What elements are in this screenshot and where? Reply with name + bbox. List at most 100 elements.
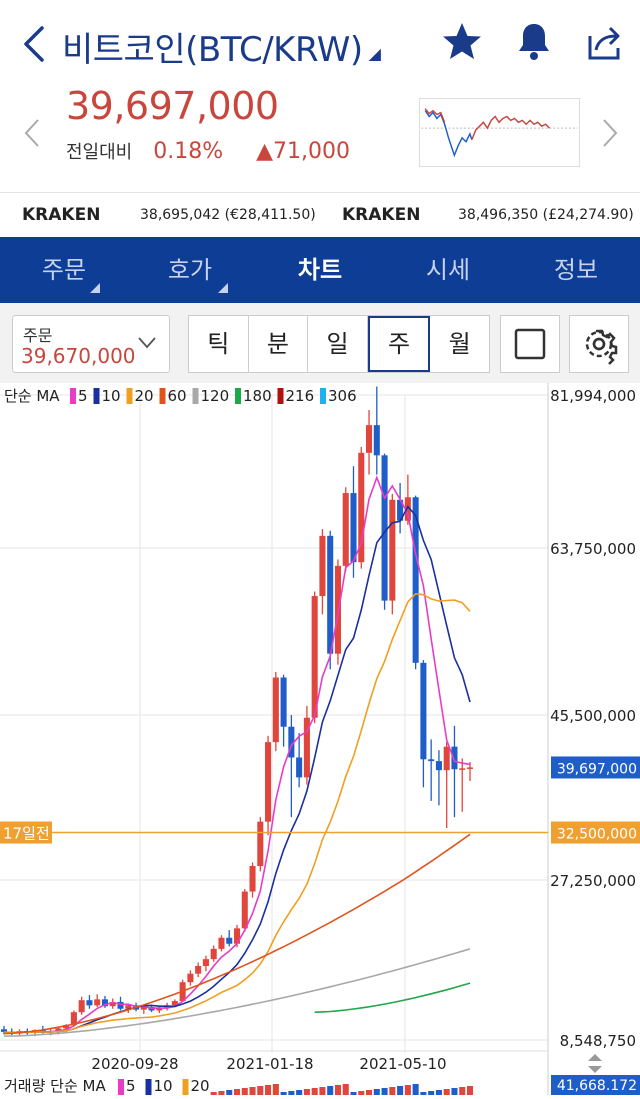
period-tick[interactable]: 틱 [189, 316, 249, 372]
current-price: 39,697,000 [66, 84, 279, 128]
volume-legend-label: 20 [191, 1077, 210, 1095]
volume-bar [265, 1085, 272, 1095]
dropdown-caret-icon: ◢ [368, 44, 381, 63]
candle [327, 535, 334, 654]
ma-legend-label: 216 [286, 387, 315, 405]
change-label: 전일대비 [66, 142, 133, 163]
ma-legend-label: 180 [243, 387, 272, 405]
change-row: 전일대비 0.18% ▲71,000 [66, 138, 350, 164]
volume-bar [226, 1090, 233, 1095]
y-tick-label: 63,750,000 [550, 540, 636, 558]
volume-bar [397, 1086, 404, 1095]
ma-legend-swatch [126, 388, 133, 404]
ma10-line [3, 505, 471, 1034]
resize-handle-icon [588, 1066, 602, 1073]
volume-bar [288, 1091, 295, 1095]
volume-bar [381, 1088, 388, 1095]
exchange-row: KRAKEN 38,695,042 (€28,411.50) KRAKEN 38… [0, 193, 640, 237]
candle [435, 761, 442, 771]
tab-quotes[interactable]: 시세 [398, 237, 498, 303]
exchange-value: 38,496,350 (£24,274.90) [458, 207, 634, 223]
tab-chart[interactable]: 차트 [270, 237, 370, 303]
ma-legend-label: 10 [102, 387, 121, 405]
candle [249, 865, 256, 892]
y-tick-label: 27,250,000 [550, 872, 636, 890]
ma-legend-swatch [320, 388, 326, 404]
share-icon[interactable] [582, 20, 626, 64]
tab-bar: 주문 호가 차트 시세 정보 [0, 237, 640, 303]
ma5-line [3, 475, 471, 1034]
candle [358, 452, 365, 563]
candlestick-chart-area[interactable]: 81,994,000 63,750,000 45,500,000 27,250,000… [0, 383, 640, 1095]
top-bar: 비트코인(BTC/KRW) ◢ [0, 0, 640, 88]
volume-bar [249, 1087, 256, 1095]
y-tick-label: 8,548,750 [560, 1032, 636, 1050]
period-week[interactable]: 주 [367, 316, 431, 372]
volume-bar [358, 1091, 365, 1095]
volume-bar [334, 1085, 341, 1095]
reference-label: 17일전 [3, 825, 50, 843]
period-minute[interactable]: 분 [249, 316, 309, 372]
candle [241, 891, 248, 929]
volume-bar [451, 1088, 458, 1095]
volume-bar [327, 1086, 334, 1095]
page-title[interactable]: 비트코인(BTC/KRW) ◢ [62, 22, 381, 71]
ma-legend-title: 단순 MA [4, 387, 60, 405]
volume-legend-title: 거래량 단순 MA [4, 1077, 106, 1095]
candle [428, 759, 435, 762]
volume-legend-label: 5 [126, 1077, 136, 1095]
ma-legend-label: 60 [168, 387, 187, 405]
x-tick-label: 2020-09-28 [91, 1055, 178, 1073]
back-arrow-icon[interactable] [18, 24, 50, 64]
candle [389, 499, 396, 601]
ma20-line [3, 592, 471, 1034]
change-amount: ▲71,000 [256, 139, 351, 164]
period-day[interactable]: 일 [308, 316, 368, 372]
volume-legend-swatch [182, 1079, 189, 1095]
tab-info[interactable]: 정보 [526, 237, 626, 303]
volume-bar [233, 1089, 241, 1095]
ma-legend-swatch [70, 388, 76, 404]
volume-bar [342, 1084, 349, 1095]
candle [373, 425, 380, 456]
reference-price-label: 32,500,000 [557, 827, 637, 843]
fullscreen-button[interactable] [500, 315, 560, 373]
exchange-value: 38,695,042 (€28,411.50) [140, 207, 316, 223]
candle [210, 948, 217, 960]
tab-orderbook[interactable]: 호가 [140, 237, 240, 303]
change-percent: 0.18% [153, 139, 224, 164]
candle [420, 662, 427, 760]
candle [226, 937, 233, 944]
candle [117, 1001, 124, 1009]
candle [202, 959, 209, 966]
prev-arrow-icon[interactable] [22, 118, 42, 148]
volume-bar [443, 1089, 450, 1095]
volume-bar [389, 1087, 396, 1095]
volume-bar [296, 1090, 303, 1095]
candle [218, 937, 225, 949]
candlestick-chart[interactable]: 81,994,000 63,750,000 45,500,000 27,250,000… [0, 383, 640, 1095]
ma-legend-swatch [277, 388, 284, 404]
ma180-line [314, 982, 471, 1013]
sparkline-chart[interactable] [419, 98, 580, 167]
y-tick-label: 81,994,000 [550, 387, 636, 405]
settings-button[interactable] [569, 315, 629, 373]
candle [350, 493, 357, 563]
order-label: 주문 [23, 326, 53, 345]
volume-bar [218, 1091, 225, 1095]
tab-order[interactable]: 주문 [14, 237, 114, 303]
volume-bar [257, 1086, 264, 1095]
star-icon[interactable] [440, 20, 484, 64]
current-price-label: 39,697,000 [557, 761, 637, 777]
ma-legend-label: 120 [201, 387, 230, 405]
period-selector: 틱 분 일 주 월 [188, 315, 490, 373]
candle [296, 757, 303, 778]
bell-icon[interactable] [512, 20, 556, 64]
period-month[interactable]: 월 [430, 316, 489, 372]
next-arrow-icon[interactable] [600, 118, 620, 148]
chart-toolbar: 주문 39,670,000 틱 분 일 주 월 [0, 303, 640, 383]
ma-legend-swatch [235, 388, 241, 404]
volume-bar [366, 1090, 373, 1095]
order-dropdown[interactable]: 주문 39,670,000 [12, 315, 170, 373]
candle [451, 746, 458, 770]
